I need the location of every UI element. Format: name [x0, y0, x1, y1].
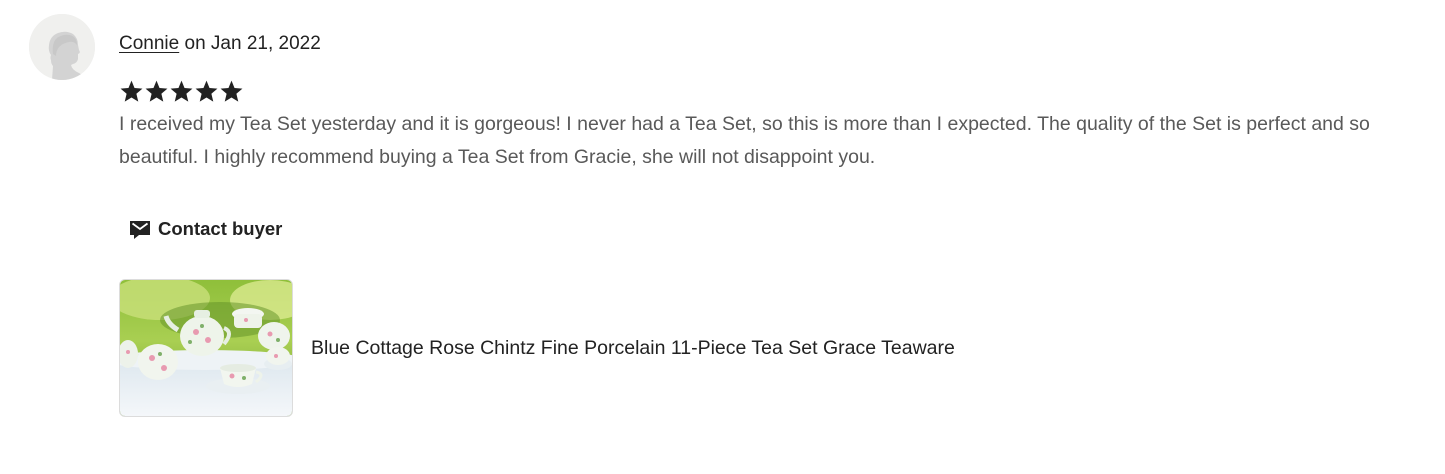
reviewer-name-link[interactable]: Connie — [119, 33, 179, 54]
review-card: Connie on Jan 21, 2022 I received my Tea… — [0, 0, 1445, 474]
date-prefix: on — [179, 33, 211, 54]
star-filled-icon — [220, 80, 243, 102]
contact-buyer-label: Contact buyer — [158, 218, 283, 239]
star-filled-icon — [120, 80, 143, 102]
listing-thumbnail[interactable] — [119, 279, 293, 417]
listing-link[interactable]: Blue Cottage Rose Chintz Fine Porcelain … — [119, 279, 955, 417]
reviewer-avatar[interactable] — [29, 14, 95, 80]
star-filled-icon — [170, 80, 193, 102]
review-meta: Connie on Jan 21, 2022 — [119, 32, 321, 56]
review-date: Jan 21, 2022 — [210, 33, 321, 54]
contact-buyer-button[interactable]: Contact buyer — [120, 210, 288, 248]
review-text: I received my Tea Set yesterday and it i… — [119, 113, 1370, 168]
listing-title[interactable]: Blue Cottage Rose Chintz Fine Porcelain … — [311, 337, 955, 360]
star-rating — [119, 79, 244, 104]
star-filled-icon — [195, 80, 218, 102]
tea-set-photo — [120, 280, 292, 416]
person-silhouette-icon — [29, 14, 95, 80]
mail-icon — [130, 221, 150, 239]
star-filled-icon — [145, 80, 168, 102]
